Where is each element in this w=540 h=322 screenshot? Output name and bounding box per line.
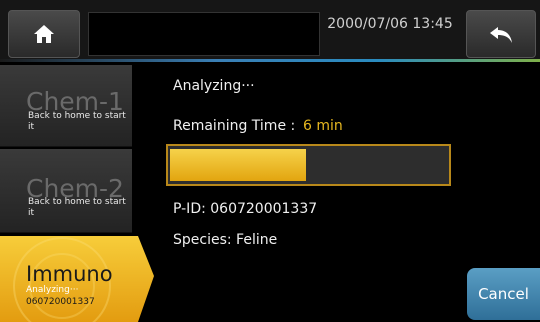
patient-id: P-ID: 060720001337 [173, 201, 318, 217]
title-display [88, 12, 320, 56]
datetime-label: 2000/07/06 13:45 [327, 16, 453, 32]
cancel-button[interactable]: Cancel [467, 268, 540, 320]
remaining-time-label: Remaining Time : [173, 118, 296, 134]
tab-chem-1-hint: Back to home to start it [28, 111, 126, 132]
progress-bar-fill [170, 149, 306, 181]
tab-chem-1[interactable]: Chem-1 Back to home to start it [0, 65, 132, 147]
tab-chem-2-hint: Back to home to start it [28, 197, 126, 218]
remaining-time-value: 6 min [303, 118, 343, 134]
undo-arrow-icon [490, 27, 512, 43]
progress-bar [166, 144, 451, 186]
analyzer-screen: 2000/07/06 13:45 Chem-1 Back to home to … [0, 0, 540, 322]
tab-immuno[interactable]: Immuno Analyzing··· 060720001337 [0, 236, 156, 322]
back-button[interactable] [466, 10, 536, 58]
species-label: Species: Feline [173, 232, 278, 248]
header-bar: 2000/07/06 13:45 [0, 0, 540, 62]
tab-immuno-pid: 060720001337 [26, 297, 95, 307]
tab-immuno-status: Analyzing··· [26, 285, 79, 295]
tab-immuno-label: Immuno [26, 262, 113, 286]
analysis-status: Analyzing··· [173, 78, 255, 94]
cancel-button-label: Cancel [478, 285, 529, 303]
home-icon [34, 25, 54, 43]
tab-chem-2[interactable]: Chem-2 Back to home to start it [0, 149, 132, 233]
header-accent-line [0, 59, 540, 62]
home-button[interactable] [8, 10, 80, 58]
